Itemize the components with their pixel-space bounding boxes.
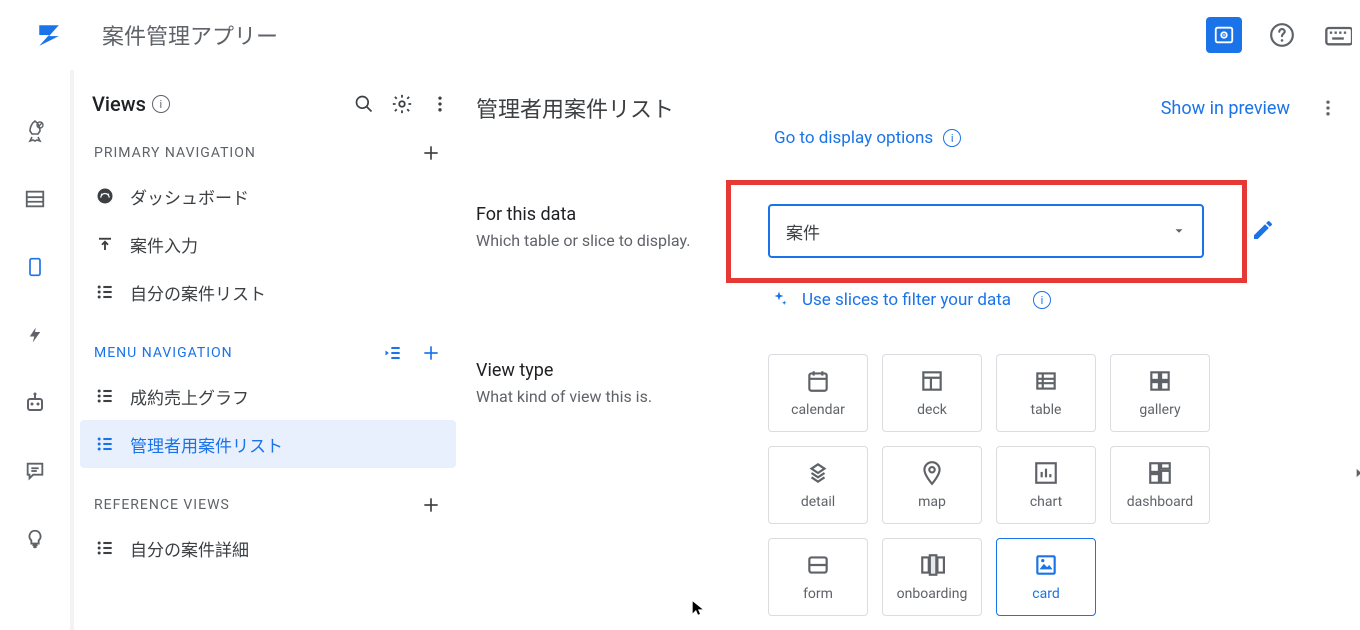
map-icon: [919, 460, 945, 486]
rail-actions-icon[interactable]: [22, 322, 48, 348]
mouse-cursor: [690, 600, 706, 616]
view-type-label: onboarding: [897, 586, 968, 602]
view-type-detail[interactable]: detail: [768, 446, 868, 524]
more-icon[interactable]: [428, 92, 452, 116]
form-icon: [805, 552, 831, 578]
calendar-icon: [805, 368, 831, 394]
nav-label: 案件入力: [130, 232, 198, 257]
view-type-desc: What kind of view this is.: [476, 387, 768, 406]
view-type-label: calendar: [791, 402, 845, 418]
nav-label: 自分の案件リスト: [130, 280, 266, 305]
view-type-label: chart: [1030, 494, 1062, 510]
views-info-icon[interactable]: i: [152, 95, 170, 113]
for-this-data-label: For this data: [476, 204, 768, 225]
view-type-form[interactable]: form: [768, 538, 868, 616]
add-menu-view-button[interactable]: [420, 342, 442, 364]
keyboard-button[interactable]: [1322, 19, 1354, 51]
view-type-label: table: [1031, 402, 1062, 418]
view-type-label: form: [803, 586, 833, 602]
dashboard-icon: [94, 185, 116, 207]
view-type-label: View type: [476, 360, 768, 381]
upload-icon: [94, 233, 116, 255]
settings-icon[interactable]: [390, 92, 414, 116]
views-panel: Views i PRIMARY NAVIGATION: [74, 70, 462, 630]
detail-icon: [805, 460, 831, 486]
info-icon[interactable]: i: [1033, 291, 1051, 309]
rail-tips-icon[interactable]: [22, 526, 48, 552]
rail-automation-icon[interactable]: [22, 390, 48, 416]
go-to-display-options-link[interactable]: Go to display options i: [774, 128, 961, 148]
detail-title: 管理者用案件リスト: [476, 92, 1161, 124]
chart-icon: [1033, 460, 1059, 486]
view-type-chart[interactable]: chart: [996, 446, 1096, 524]
for-this-data-desc: Which table or slice to display.: [476, 231, 768, 250]
view-type-dashboard[interactable]: dashboard: [1110, 446, 1210, 524]
show-in-preview-link[interactable]: Show in preview: [1161, 98, 1290, 119]
preview-toggle-button[interactable]: [1206, 17, 1242, 53]
data-source-value: 案件: [786, 219, 820, 244]
section-menu-navigation: MENU NAVIGATION: [74, 316, 462, 372]
view-type-calendar[interactable]: calendar: [768, 354, 868, 432]
scroll-right-icon[interactable]: [1352, 466, 1360, 480]
detail-more-icon[interactable]: [1316, 96, 1340, 120]
left-rail: [0, 70, 70, 630]
nav-item-input[interactable]: 案件入力: [74, 220, 462, 268]
nav-item-sales-graph[interactable]: 成約売上グラフ: [74, 372, 462, 420]
view-type-label: gallery: [1139, 402, 1180, 418]
onboarding-icon: [919, 552, 945, 578]
list-icon: [94, 281, 116, 303]
nav-label: 管理者用案件リスト: [130, 432, 283, 457]
nav-item-my-list[interactable]: 自分の案件リスト: [74, 268, 462, 316]
list-icon: [94, 537, 116, 559]
list-icon: [94, 433, 116, 455]
dashboard-icon: [1147, 460, 1173, 486]
rail-views-icon[interactable]: [22, 254, 48, 280]
view-type-deck[interactable]: deck: [882, 354, 982, 432]
card-icon: [1033, 552, 1059, 578]
nav-item-admin-list[interactable]: 管理者用案件リスト: [80, 420, 456, 468]
nav-item-dashboard[interactable]: ダッシュボード: [74, 172, 462, 220]
views-title: Views: [92, 92, 146, 116]
appsheet-logo: [36, 22, 62, 48]
gallery-icon: [1147, 368, 1173, 394]
view-type-label: deck: [917, 402, 947, 418]
rail-rocket-icon[interactable]: [22, 118, 48, 144]
nav-label: 自分の案件詳細: [130, 536, 249, 561]
edit-source-button[interactable]: [1251, 218, 1275, 242]
section-primary-navigation: PRIMARY NAVIGATION: [74, 116, 462, 172]
view-type-map[interactable]: map: [882, 446, 982, 524]
indent-icon[interactable]: [382, 342, 404, 364]
nav-label: 成約売上グラフ: [130, 384, 249, 409]
detail-panel: 管理者用案件リスト Show in preview Go to display …: [462, 70, 1360, 630]
help-button[interactable]: [1266, 19, 1298, 51]
sparkle-icon: [770, 290, 790, 310]
app-title: 案件管理アプリー: [102, 19, 1206, 51]
view-type-card[interactable]: card: [996, 538, 1096, 616]
table-icon: [1033, 368, 1059, 394]
search-icon[interactable]: [352, 92, 376, 116]
section-reference-views: REFERENCE VIEWS: [74, 468, 462, 524]
chevron-down-icon: [1172, 224, 1186, 238]
rail-chat-icon[interactable]: [22, 458, 48, 484]
view-type-label: card: [1032, 586, 1059, 602]
add-primary-view-button[interactable]: [420, 142, 442, 164]
deck-icon: [919, 368, 945, 394]
view-type-label: detail: [801, 494, 835, 510]
add-reference-view-button[interactable]: [420, 494, 442, 516]
data-source-select[interactable]: 案件: [768, 204, 1204, 258]
rail-data-icon[interactable]: [22, 186, 48, 212]
use-slices-link[interactable]: Use slices to filter your data: [802, 290, 1011, 310]
list-icon: [94, 385, 116, 407]
view-type-label: map: [918, 494, 946, 510]
view-type-label: dashboard: [1127, 494, 1193, 510]
view-type-onboarding[interactable]: onboarding: [882, 538, 982, 616]
view-type-gallery[interactable]: gallery: [1110, 354, 1210, 432]
nav-item-my-detail[interactable]: 自分の案件詳細: [74, 524, 462, 572]
nav-label: ダッシュボード: [130, 184, 249, 209]
info-icon[interactable]: i: [943, 129, 961, 147]
view-type-table[interactable]: table: [996, 354, 1096, 432]
